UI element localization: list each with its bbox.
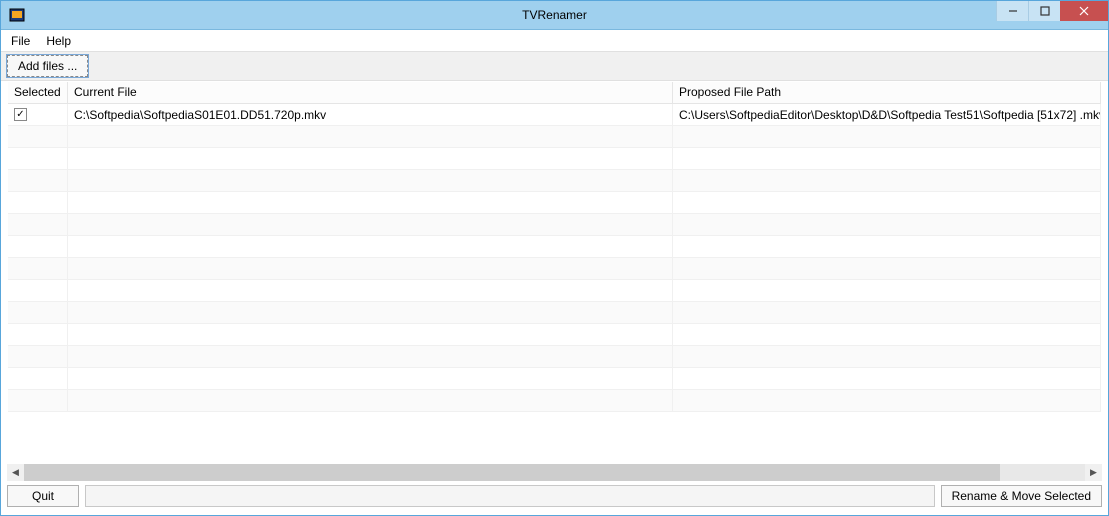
- rename-move-button[interactable]: Rename & Move Selected: [941, 485, 1102, 507]
- table-row: [8, 192, 1101, 214]
- table-header: Selected Current File Proposed File Path: [8, 82, 1101, 104]
- scroll-right-icon[interactable]: ▶: [1085, 464, 1102, 481]
- cell-selected[interactable]: ✓: [8, 104, 68, 125]
- table-row: [8, 280, 1101, 302]
- header-proposed-path[interactable]: Proposed File Path: [673, 82, 1101, 104]
- scroll-thumb[interactable]: [24, 464, 1000, 481]
- table-row: [8, 390, 1101, 412]
- header-current-file[interactable]: Current File: [68, 82, 673, 104]
- checkbox-icon[interactable]: ✓: [14, 108, 27, 121]
- horizontal-scrollbar[interactable]: ◀ ▶: [7, 464, 1102, 481]
- header-selected[interactable]: Selected: [8, 82, 68, 104]
- menu-file[interactable]: File: [5, 32, 36, 50]
- bottom-bar: Quit Rename & Move Selected: [7, 485, 1102, 509]
- window-title: TVRenamer: [522, 8, 587, 22]
- table-row: [8, 346, 1101, 368]
- table-row: [8, 368, 1101, 390]
- table-row: [8, 324, 1101, 346]
- minimize-button[interactable]: [996, 1, 1028, 21]
- table-row: [8, 302, 1101, 324]
- cell-current-file[interactable]: C:\Softpedia\SoftpediaS01E01.DD51.720p.m…: [68, 104, 673, 125]
- file-table: Selected Current File Proposed File Path…: [7, 81, 1102, 462]
- table-row: [8, 126, 1101, 148]
- scroll-left-icon[interactable]: ◀: [7, 464, 24, 481]
- scroll-track[interactable]: [24, 464, 1085, 481]
- window-controls: [996, 1, 1108, 21]
- menubar: File Help: [1, 30, 1108, 51]
- close-button[interactable]: [1060, 1, 1108, 21]
- table-row: [8, 170, 1101, 192]
- main-window: TVRenamer File Help Add files ... Select…: [0, 0, 1109, 516]
- table-row: [8, 148, 1101, 170]
- add-files-button[interactable]: Add files ...: [7, 55, 88, 77]
- table-row: [8, 258, 1101, 280]
- content-area: Selected Current File Proposed File Path…: [1, 81, 1108, 515]
- app-icon: [9, 7, 25, 23]
- menu-help[interactable]: Help: [40, 32, 77, 50]
- cell-proposed-path[interactable]: C:\Users\SoftpediaEditor\Desktop\D&D\Sof…: [673, 104, 1101, 125]
- table-row: [8, 214, 1101, 236]
- maximize-button[interactable]: [1028, 1, 1060, 21]
- titlebar[interactable]: TVRenamer: [1, 1, 1108, 30]
- table-row: [8, 236, 1101, 258]
- progress-bar: [85, 485, 935, 507]
- toolbar: Add files ...: [1, 51, 1108, 81]
- quit-button[interactable]: Quit: [7, 485, 79, 507]
- table-row[interactable]: ✓ C:\Softpedia\SoftpediaS01E01.DD51.720p…: [8, 104, 1101, 126]
- table-body: ✓ C:\Softpedia\SoftpediaS01E01.DD51.720p…: [8, 104, 1101, 461]
